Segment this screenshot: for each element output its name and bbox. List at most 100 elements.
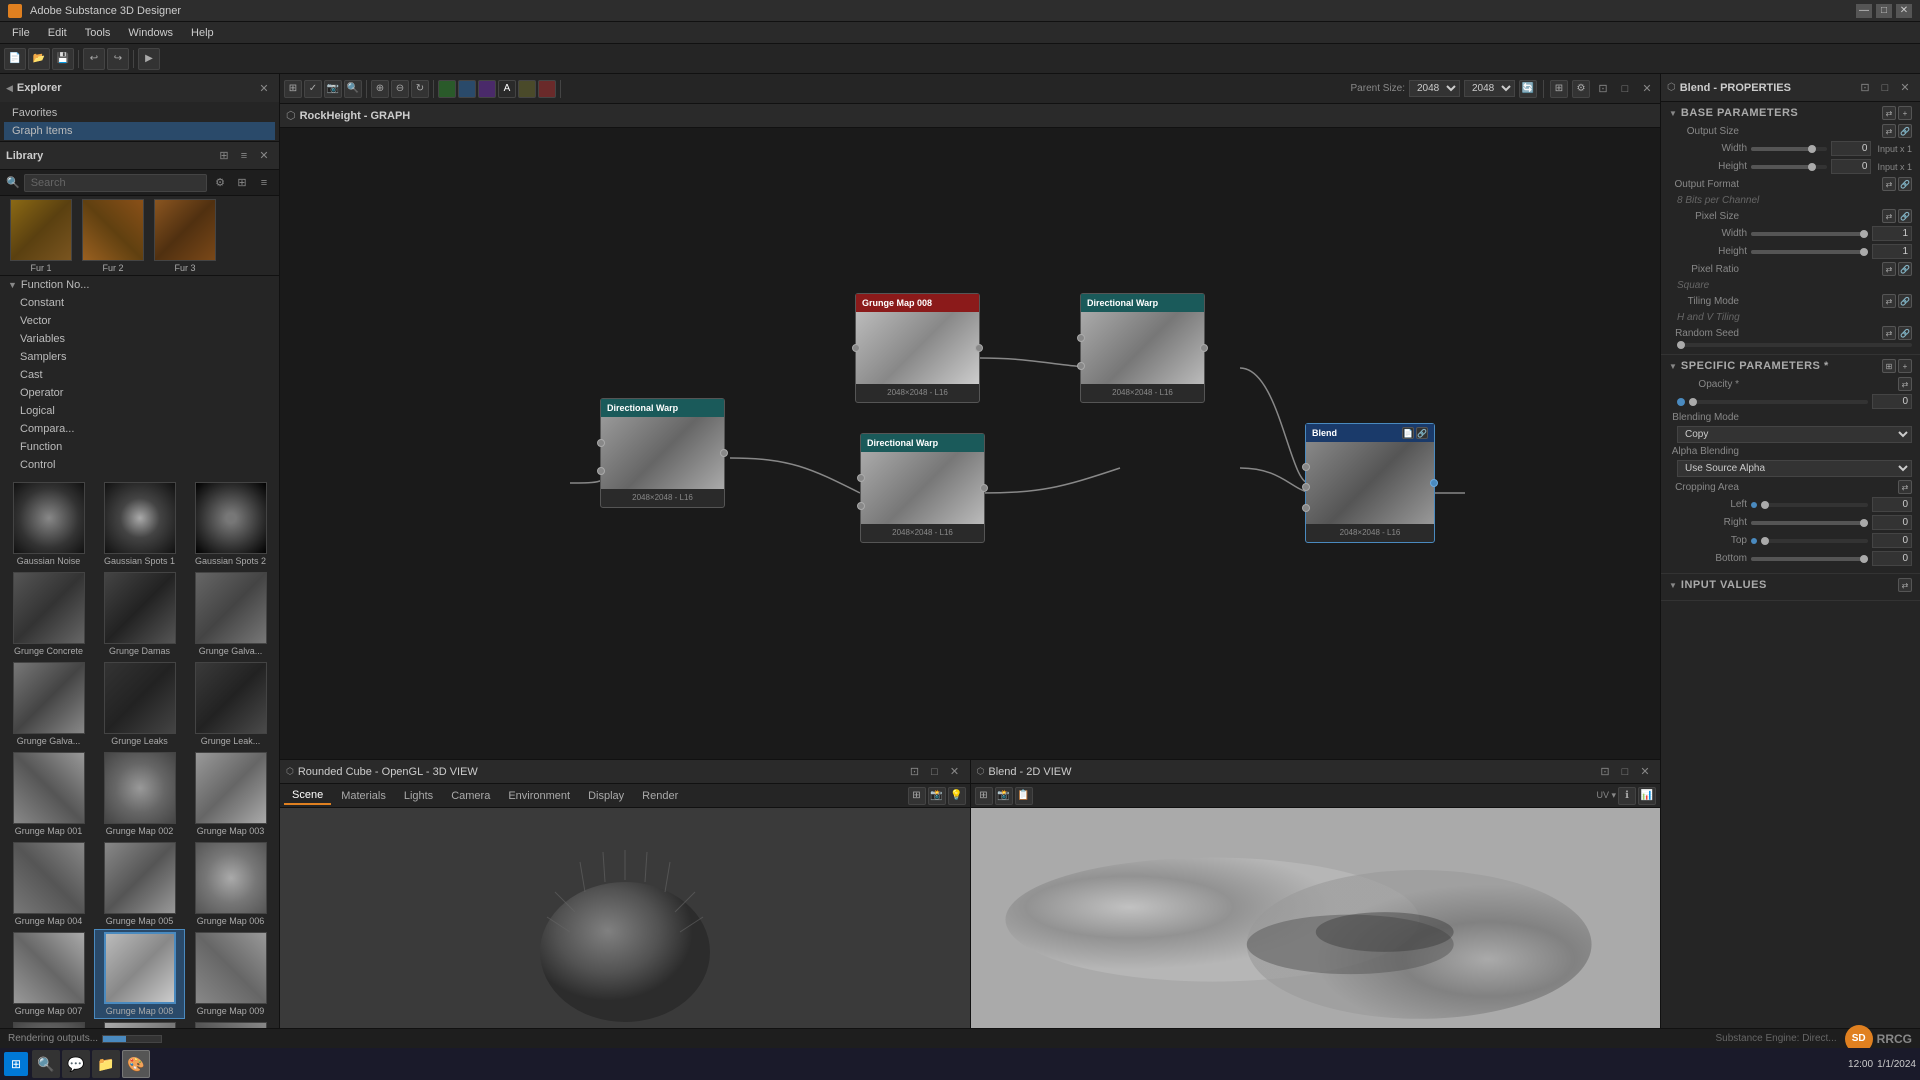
px-width-slider[interactable] [1751, 232, 1868, 236]
tab-lights[interactable]: Lights [396, 788, 441, 804]
specific-btn2[interactable]: + [1898, 359, 1912, 373]
node-blend-input3[interactable] [1302, 504, 1310, 512]
explorer-graph-items[interactable]: Graph Items [4, 122, 275, 140]
graph-refresh[interactable]: 🔄 [1519, 80, 1537, 98]
thumb-gaussian-noise[interactable]: Gaussian Noise [4, 480, 93, 568]
pixel-size-btn2[interactable]: 🔗 [1898, 209, 1912, 223]
node-blend-output[interactable] [1430, 479, 1438, 487]
opacity-input[interactable] [1872, 394, 1912, 409]
graph-btn1[interactable]: ⊞ [284, 80, 302, 98]
pixel-ratio-btn1[interactable]: ⇄ [1882, 262, 1896, 276]
parent-size-select[interactable]: 2048 1024 512 [1409, 80, 1460, 97]
input-values-header[interactable]: ▼ INPUT VALUES ⇄ [1669, 578, 1912, 592]
thumb-gaussian-spots2[interactable]: Gaussian Spots 2 [186, 480, 275, 568]
pixel-size-btn1[interactable]: ⇄ [1882, 209, 1896, 223]
tree-vector[interactable]: Vector [0, 312, 279, 330]
graph-color-btn1[interactable] [438, 80, 456, 98]
thumb-fur1[interactable]: Fur 1 [8, 197, 74, 275]
library-btn2[interactable]: ≡ [235, 147, 253, 165]
seed-slider[interactable] [1677, 343, 1912, 347]
node-dw2-input1[interactable] [597, 439, 605, 447]
start-button[interactable]: ⊞ [4, 1052, 28, 1076]
viewport-2d-float[interactable]: ⊡ [1596, 763, 1614, 781]
format-btn[interactable]: ⇄ [1882, 177, 1896, 191]
viewport-3d-max[interactable]: □ [926, 763, 944, 781]
node-blend-icon1[interactable]: 📄 [1402, 427, 1414, 439]
opacity-btn1[interactable]: ⇄ [1898, 377, 1912, 391]
tree-operator[interactable]: Operator [0, 384, 279, 402]
viewport-3d-icon-btn3[interactable]: 💡 [948, 787, 966, 805]
crop-right-slider[interactable] [1751, 521, 1868, 525]
thumb-grunge-galva2[interactable]: Grunge Galva... [4, 660, 93, 748]
format-btn2[interactable]: 🔗 [1898, 177, 1912, 191]
view2d-btn3[interactable]: 📋 [1015, 787, 1033, 805]
toolbar-save[interactable]: 💾 [52, 48, 74, 70]
graph-expand[interactable]: ⊞ [1550, 80, 1568, 98]
node-blend[interactable]: Blend 📄 🔗 2048×2048 - L16 [1305, 423, 1435, 543]
viewport-3d-close[interactable]: ✕ [946, 763, 964, 781]
tree-control[interactable]: Control [0, 456, 279, 474]
tab-camera[interactable]: Camera [443, 788, 498, 804]
node-dw3-input2[interactable] [857, 502, 865, 510]
specific-params-header[interactable]: ▼ SPECIFIC PARAMETERS * ⊞ + [1669, 359, 1912, 373]
viewport-3d-float[interactable]: ⊡ [906, 763, 924, 781]
thumb-grunge-damas[interactable]: Grunge Damas [95, 570, 184, 658]
node-dw2[interactable]: Directional Warp 2048×2048 - L16 [600, 398, 725, 508]
graph-panel-max[interactable]: □ [1616, 80, 1634, 98]
taskbar-search[interactable]: 🔍 [32, 1050, 60, 1078]
taskbar-cortana[interactable]: 💬 [62, 1050, 90, 1078]
node-dw3-input1[interactable] [857, 474, 865, 482]
tree-constant[interactable]: Constant [0, 294, 279, 312]
tree-logical[interactable]: Logical [0, 402, 279, 420]
node-dw1[interactable]: Directional Warp 2048×2048 - L16 [1080, 293, 1205, 403]
node-dw1-output[interactable] [1200, 344, 1208, 352]
search-grid-btn[interactable]: ⊞ [233, 174, 251, 192]
width-slider[interactable] [1751, 147, 1827, 151]
tree-samplers[interactable]: Samplers [0, 348, 279, 366]
specific-btn1[interactable]: ⊞ [1882, 359, 1896, 373]
crop-bottom-input[interactable] [1872, 551, 1912, 566]
node-grunge-input[interactable] [852, 344, 860, 352]
tree-cast[interactable]: Cast [0, 366, 279, 384]
node-dw3[interactable]: Directional Warp 2048×2048 - L16 [860, 433, 985, 543]
graph-btn5[interactable]: ⊕ [371, 80, 389, 98]
node-dw1-input2[interactable] [1077, 362, 1085, 370]
base-params-btn1[interactable]: ⇄ [1882, 106, 1896, 120]
graph-color-btn6[interactable] [538, 80, 556, 98]
px-height-slider[interactable] [1751, 250, 1868, 254]
node-blend-input1[interactable] [1302, 463, 1310, 471]
menu-windows[interactable]: Windows [120, 25, 181, 41]
props-float[interactable]: ⊡ [1856, 79, 1874, 97]
graph-color-btn2[interactable] [458, 80, 476, 98]
tab-scene[interactable]: Scene [284, 787, 331, 805]
px-width-input[interactable] [1872, 226, 1912, 241]
alpha-blending-select[interactable]: Use Source Alpha [1677, 460, 1912, 477]
thumb-grunge-leaks1[interactable]: Grunge Leaks [95, 660, 184, 748]
width-input[interactable] [1831, 141, 1871, 156]
thumb-fur3[interactable]: Fur 3 [152, 197, 218, 275]
thumb-grunge-leaks2[interactable]: Grunge Leak... [186, 660, 275, 748]
thumb-fur2[interactable]: Fur 2 [80, 197, 146, 275]
px-height-input[interactable] [1872, 244, 1912, 259]
menu-edit[interactable]: Edit [40, 25, 75, 41]
taskbar-substance[interactable]: 🎨 [122, 1050, 150, 1078]
node-dw3-output[interactable] [980, 484, 988, 492]
node-grunge-map[interactable]: Grunge Map 008 2048×2048 - L16 [855, 293, 980, 403]
toolbar-undo[interactable]: ↩ [83, 48, 105, 70]
close-button[interactable]: ✕ [1896, 4, 1912, 18]
props-max[interactable]: □ [1876, 79, 1894, 97]
thumb-grunge-map007[interactable]: Grunge Map 007 [4, 930, 93, 1018]
explorer-favorites[interactable]: Favorites [4, 104, 275, 122]
thumb-grunge-map001[interactable]: Grunge Map 001 [4, 750, 93, 838]
graph-settings[interactable]: ⚙ [1572, 80, 1590, 98]
graph-color-btn3[interactable] [478, 80, 496, 98]
thumb-grunge-map006[interactable]: Grunge Map 006 [186, 840, 275, 928]
graph-btn6[interactable]: ⊖ [391, 80, 409, 98]
toolbar-new[interactable]: 📄 [4, 48, 26, 70]
thumb-grunge-galva1[interactable]: Grunge Galva... [186, 570, 275, 658]
tab-render[interactable]: Render [634, 788, 686, 804]
toolbar-redo[interactable]: ↪ [107, 48, 129, 70]
graph-color-btn4[interactable]: A [498, 80, 516, 98]
crop-top-input[interactable] [1872, 533, 1912, 548]
thumb-grunge-concrete[interactable]: Grunge Concrete [4, 570, 93, 658]
